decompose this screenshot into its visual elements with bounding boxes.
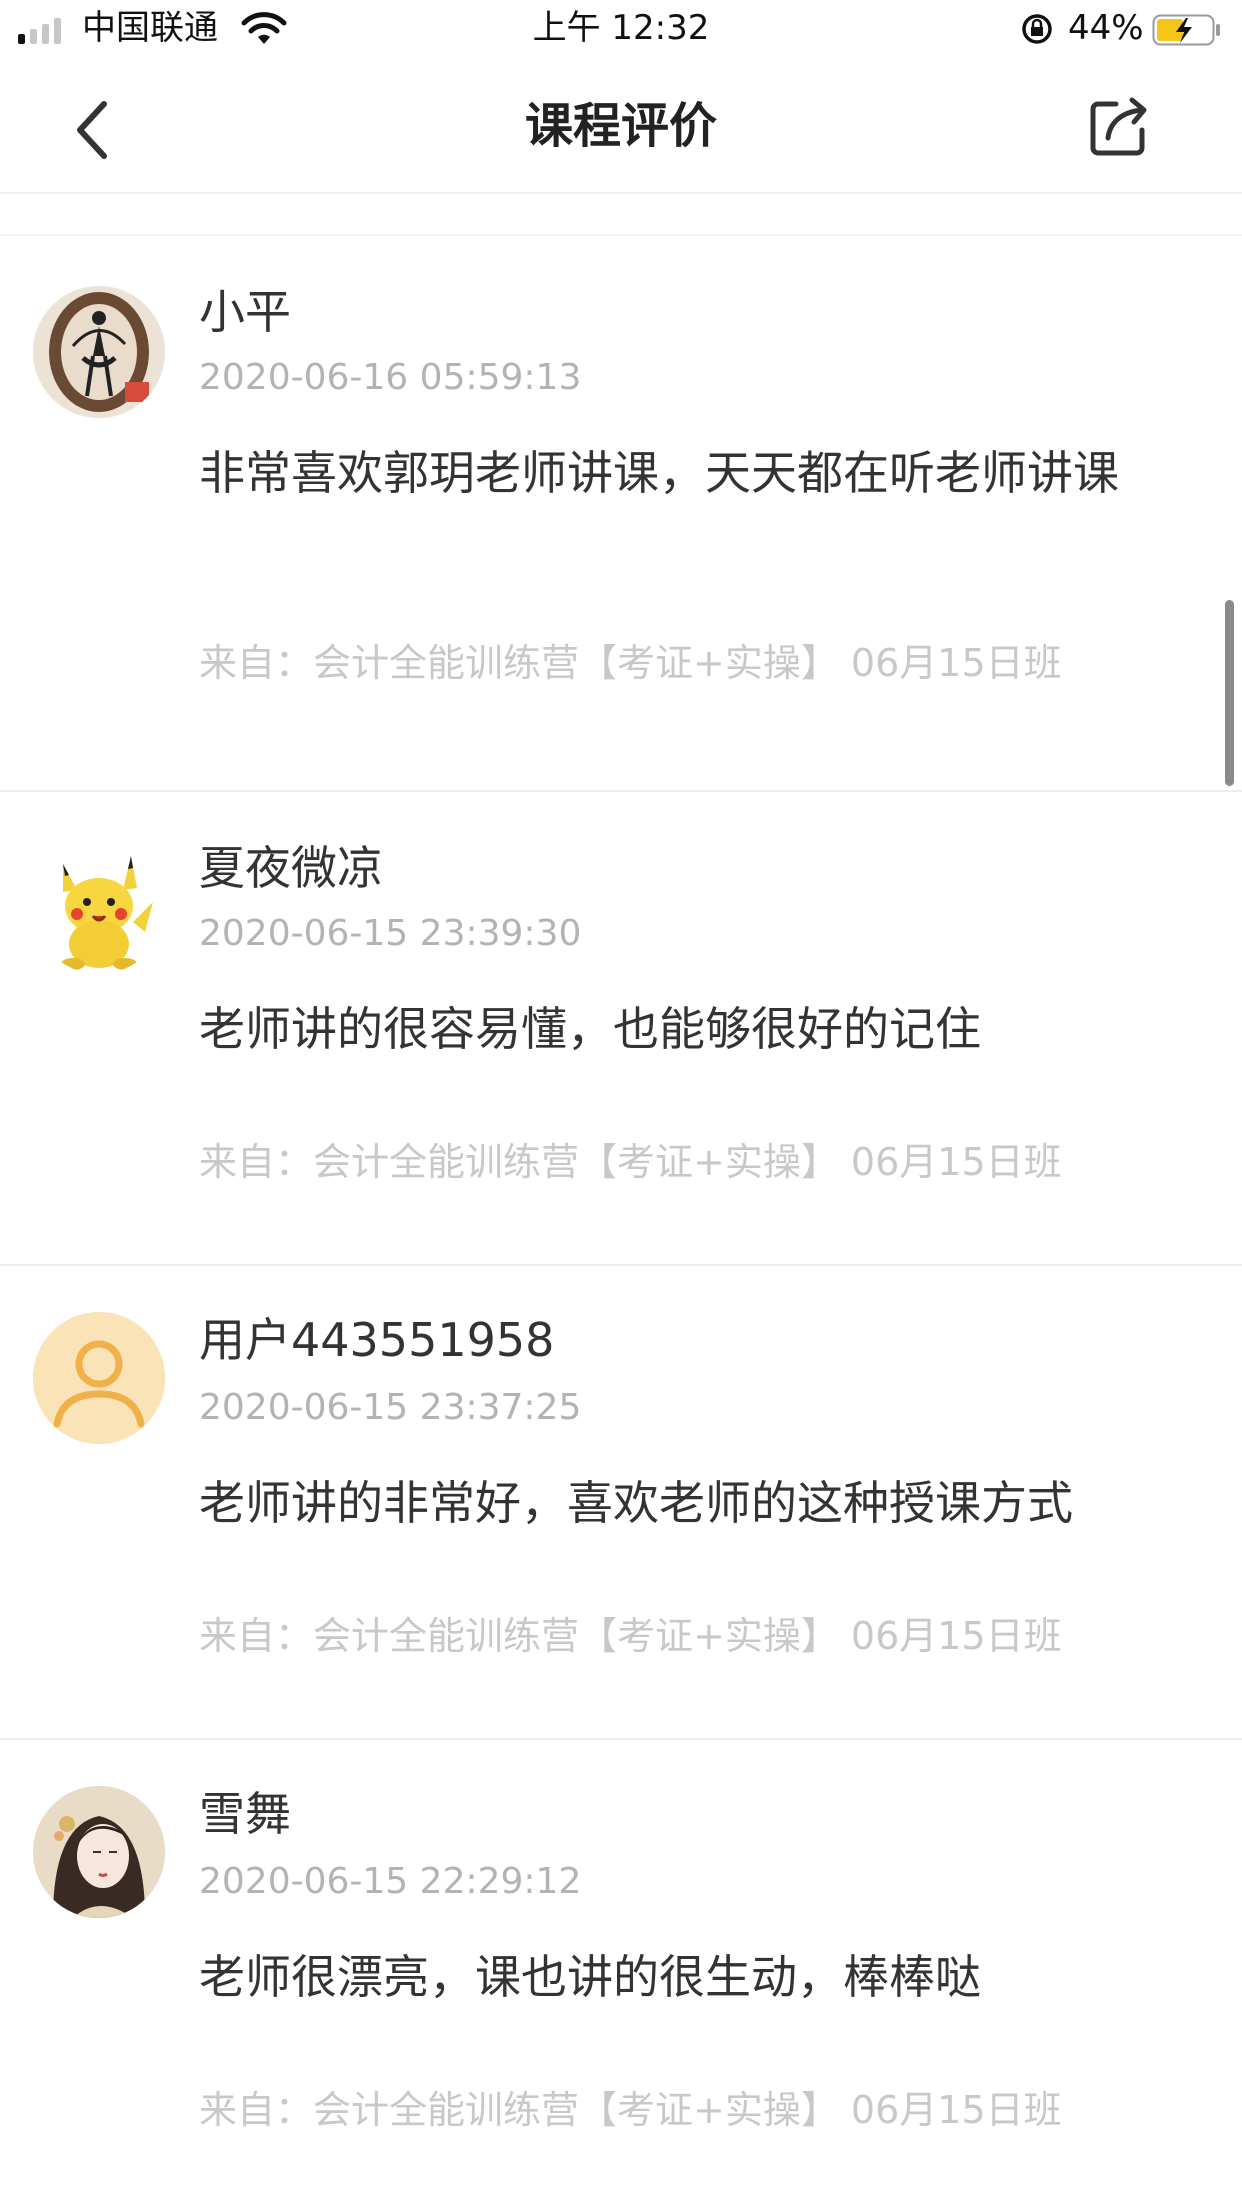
review-username: 夏夜微凉 bbox=[199, 841, 383, 895]
battery-percent: 44% bbox=[1068, 8, 1144, 48]
review-username: 用户443551958 bbox=[199, 1313, 555, 1367]
review-username: 小平 bbox=[199, 285, 291, 339]
avatar[interactable] bbox=[33, 1786, 165, 1918]
review-timestamp: 2020-06-15 23:39:30 bbox=[199, 913, 582, 954]
list-top-spacer bbox=[0, 194, 1242, 236]
ballet-dancer-avatar-image bbox=[33, 286, 165, 418]
review-timestamp: 2020-06-15 23:37:25 bbox=[199, 1387, 582, 1428]
review-timestamp: 2020-06-15 22:29:12 bbox=[199, 1861, 582, 1902]
review-item: 小平 2020-06-16 05:59:13 非常喜欢郭玥老师讲课，天天都在听老… bbox=[0, 236, 1242, 792]
review-timestamp: 2020-06-16 05:59:13 bbox=[199, 357, 582, 398]
scrollbar[interactable] bbox=[1225, 600, 1234, 786]
rotation-lock-icon bbox=[1022, 14, 1052, 44]
review-item: 夏夜微凉 2020-06-15 23:39:30 老师讲的很容易懂，也能够很好的… bbox=[0, 792, 1242, 1266]
review-comment: 非常喜欢郭玥老师讲课，天天都在听老师讲课 bbox=[199, 446, 1119, 500]
share-icon[interactable] bbox=[1086, 94, 1152, 160]
avatar[interactable] bbox=[33, 286, 165, 418]
review-item: 雪舞 2020-06-15 22:29:12 老师很漂亮，课也讲的很生动，棒棒哒… bbox=[0, 1740, 1242, 2208]
page-title: 课程评价 bbox=[524, 98, 717, 154]
avatar[interactable] bbox=[33, 842, 165, 974]
status-bar: 中国联通 上午 12:32 44% bbox=[0, 0, 1242, 58]
review-comment: 老师讲的非常好，喜欢老师的这种授课方式 bbox=[199, 1476, 1073, 1530]
review-source: 来自：会计全能训练营【考证+实操】 06月15日班 bbox=[199, 641, 1062, 685]
review-source: 来自：会计全能训练营【考证+实操】 06月15日班 bbox=[199, 2088, 1062, 2132]
review-source: 来自：会计全能训练营【考证+实操】 06月15日班 bbox=[199, 1614, 1062, 1658]
navigation-bar: 课程评价 bbox=[0, 58, 1242, 194]
review-comment: 老师很漂亮，课也讲的很生动，棒棒哒 bbox=[199, 1950, 981, 2004]
battery-charging-icon bbox=[1152, 14, 1220, 46]
pikachu-avatar-image bbox=[33, 842, 165, 974]
status-time: 上午 12:32 bbox=[532, 8, 710, 48]
review-username: 雪舞 bbox=[199, 1787, 291, 1841]
portrait-avatar-image bbox=[33, 1786, 165, 1918]
review-item: 用户443551958 2020-06-15 23:37:25 老师讲的非常好，… bbox=[0, 1266, 1242, 1740]
default-avatar[interactable] bbox=[33, 1312, 165, 1444]
review-source: 来自：会计全能训练营【考证+实操】 06月15日班 bbox=[199, 1140, 1062, 1184]
user-icon bbox=[33, 1312, 165, 1444]
review-comment: 老师讲的很容易懂，也能够很好的记住 bbox=[199, 1002, 981, 1056]
